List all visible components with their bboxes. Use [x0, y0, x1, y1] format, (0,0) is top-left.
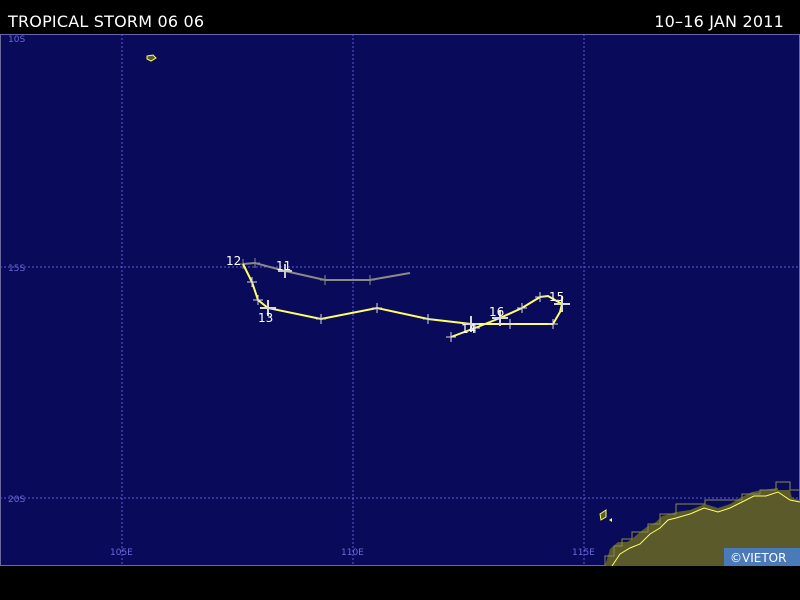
- date-range: 10–16 JAN 2011: [654, 12, 784, 31]
- map-title: TROPICAL STORM 06 06: [8, 12, 205, 31]
- lat-label-15s: 15S: [8, 264, 25, 274]
- day-label-11: 11: [276, 259, 291, 273]
- storm-track-map: 10S 15S 20S 105E 110E 115E 11 12 13 14 1…: [0, 33, 800, 567]
- day-label-15: 15: [549, 290, 564, 304]
- day-label-14: 14: [461, 322, 476, 336]
- credit-text: ©VIETOR: [730, 551, 786, 565]
- day-label-16: 16: [489, 305, 504, 319]
- day-label-12: 12: [226, 254, 241, 268]
- footer-bar: [0, 566, 800, 600]
- lat-label-20s: 20S: [8, 495, 25, 505]
- day-label-13: 13: [258, 311, 273, 325]
- ocean-background: [0, 34, 800, 566]
- lon-label-115e: 115E: [572, 548, 595, 558]
- lon-label-110e: 110E: [341, 548, 364, 558]
- header-bar: TROPICAL STORM 06 06 10–16 JAN 2011: [0, 0, 800, 34]
- lon-label-105e: 105E: [110, 548, 133, 558]
- lat-label-10s: 10S: [8, 35, 25, 45]
